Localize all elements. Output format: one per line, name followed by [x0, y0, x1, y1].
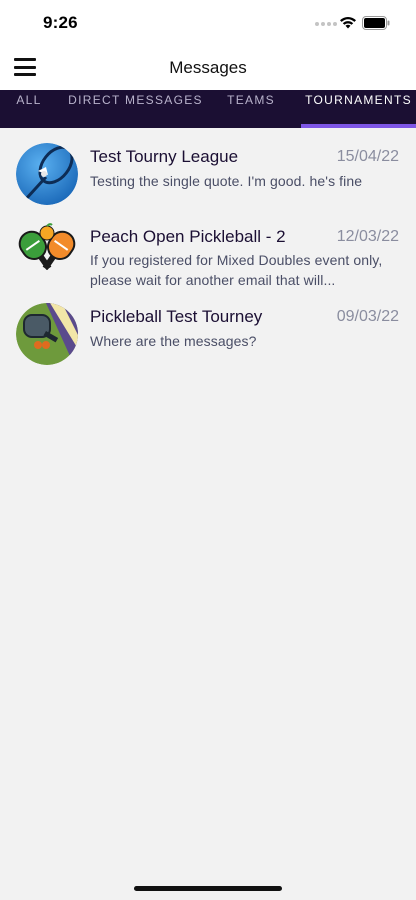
cellular-signal-icon [315, 22, 337, 26]
badminton-racket-shuttlecock-icon [16, 143, 78, 205]
message-title: Peach Open Pickleball - 2 [90, 227, 286, 246]
message-preview: Testing the single quote. I'm good. he's… [90, 173, 363, 189]
status-bar: 9:26 [0, 0, 416, 46]
message-date: 09/03/22 [336, 308, 399, 325]
message-date: 12/03/22 [336, 228, 399, 245]
status-time: 9:26 [43, 13, 78, 32]
message-title: Pickleball Test Tourney [90, 307, 263, 326]
tab-tournaments[interactable]: TOURNAMENTS [301, 90, 416, 128]
tab-all[interactable]: ALL [0, 90, 58, 128]
pickleball-paddle-icon [16, 303, 78, 365]
message-tabs: ALL DIRECT MESSAGES TEAMS TOURNAMENTS [0, 90, 416, 128]
message-date: 15/04/22 [336, 148, 399, 165]
navigation-bar: Messages [0, 46, 416, 90]
tab-teams[interactable]: TEAMS [213, 90, 289, 128]
page-title: Messages [169, 58, 247, 77]
home-indicator [134, 886, 282, 891]
message-preview: Where are the messages? [90, 333, 257, 349]
message-preview: If you registered for Mixed Doubles even… [90, 252, 383, 288]
message-title: Test Tourny League [90, 147, 239, 166]
wifi-icon [340, 17, 356, 29]
list-item[interactable]: Peach Open Pickleball - 2 12/03/22 If yo… [0, 208, 416, 288]
list-item[interactable]: Test Tourny League 15/04/22 Testing the … [0, 128, 416, 208]
battery-icon [362, 16, 390, 30]
tab-direct-messages[interactable]: DIRECT MESSAGES [58, 90, 213, 128]
crossed-paddles-peach-icon [16, 223, 78, 285]
list-item[interactable]: Pickleball Test Tourney 09/03/22 Where a… [0, 288, 416, 368]
